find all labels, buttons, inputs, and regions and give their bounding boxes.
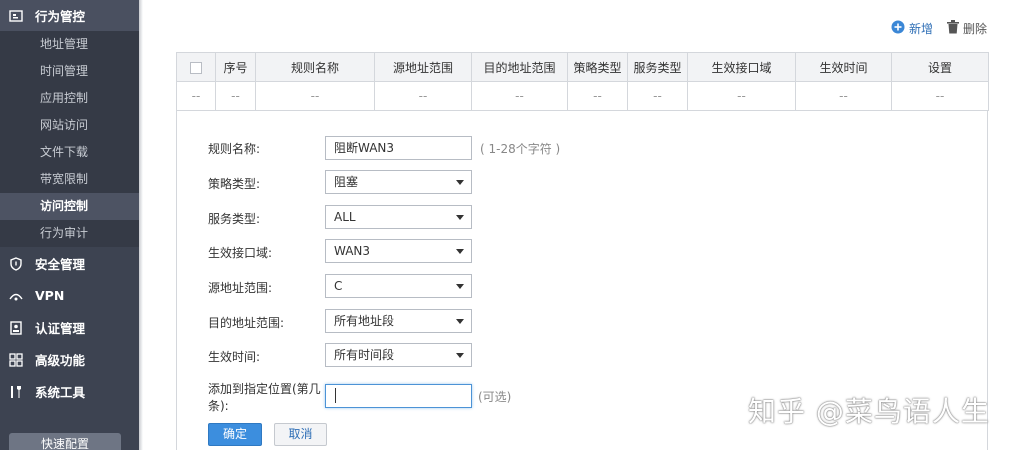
col-header-effective-time: 生效时间 (795, 52, 892, 82)
plus-circle-icon (891, 20, 905, 37)
dropdown-arrow-icon (456, 284, 464, 289)
position-hint: (可选) (478, 390, 512, 404)
trash-icon (946, 20, 959, 37)
watermark: 知乎 @菜鸟语人生 (748, 395, 990, 428)
col-header-service-type: 服务类型 (627, 52, 688, 82)
interface-label: 生效接口域: (208, 246, 273, 260)
shield-icon (9, 256, 23, 271)
sidebar-item-access-control[interactable]: 访问控制 (0, 193, 139, 220)
table-cell: -- (471, 81, 568, 111)
sidebar: 行为管控 地址管理 时间管理 应用控制 网站访问 文件下载 带宽限制 访问控制 … (0, 0, 139, 450)
col-header-src-range: 源地址范围 (374, 52, 472, 82)
auth-icon (9, 320, 23, 335)
behavior-control-icon (9, 9, 23, 23)
rules-table: 序号 规则名称 源地址范围 目的地址范围 策略类型 服务类型 生效接口域 生效时… (176, 52, 989, 111)
add-button[interactable]: 新增 (891, 20, 933, 37)
sidebar-item-file-download[interactable]: 文件下载 (0, 139, 139, 166)
grid-icon (9, 352, 23, 367)
rule-name-input[interactable]: 阻断WAN3 (325, 136, 472, 160)
table-cell: -- (255, 81, 375, 111)
table-cell: -- (891, 81, 989, 111)
select-all-checkbox[interactable] (190, 61, 202, 74)
sidebar-item-bandwidth[interactable]: 带宽限制 (0, 166, 139, 193)
sidebar-section-system-tools[interactable]: 系统工具 (0, 376, 139, 407)
col-header-interface: 生效接口域 (687, 52, 796, 82)
effective-time-label: 生效时间: (208, 350, 261, 364)
src-range-label: 源地址范围: (208, 281, 273, 295)
table-toolbar: 新增 删除 (891, 20, 987, 37)
col-header-dst-range: 目的地址范围 (471, 52, 568, 82)
sidebar-section-behavior-control[interactable]: 行为管控 (0, 0, 139, 31)
cancel-button[interactable]: 取消 (274, 423, 327, 446)
sidebar-section-auth[interactable]: 认证管理 (0, 312, 139, 343)
position-label: 添加到指定位置(第几 (208, 382, 321, 396)
position-input[interactable] (325, 384, 472, 408)
effective-time-select[interactable]: 所有时间段 (325, 343, 472, 367)
sidebar-item-address[interactable]: 地址管理 (0, 31, 139, 58)
tools-icon (9, 385, 23, 399)
table-cell: -- (687, 81, 796, 111)
confirm-button[interactable]: 确定 (208, 423, 262, 446)
table-cell: -- (176, 81, 216, 111)
text-cursor (335, 388, 336, 403)
table-cell: -- (374, 81, 472, 111)
dropdown-arrow-icon (456, 215, 464, 220)
vpn-icon (9, 289, 23, 303)
dropdown-arrow-icon (456, 353, 464, 358)
dropdown-arrow-icon (456, 319, 464, 324)
col-header-settings: 设置 (891, 52, 989, 82)
sidebar-item-time[interactable]: 时间管理 (0, 58, 139, 85)
table-cell: -- (567, 81, 628, 111)
col-header-index: 序号 (215, 52, 256, 82)
quick-config-button[interactable]: 快速配置 (9, 433, 121, 450)
delete-button[interactable]: 删除 (946, 20, 987, 37)
sidebar-divider (139, 0, 143, 450)
sidebar-section-vpn[interactable]: VPN (0, 280, 139, 311)
sidebar-item-app-control[interactable]: 应用控制 (0, 85, 139, 112)
policy-type-select[interactable]: 阻塞 (325, 170, 472, 194)
interface-select[interactable]: WAN3 (325, 239, 472, 263)
rule-name-label: 规则名称: (208, 142, 261, 156)
sidebar-item-website[interactable]: 网站访问 (0, 112, 139, 139)
dropdown-arrow-icon (456, 249, 464, 254)
dst-range-select[interactable]: 所有地址段 (325, 309, 472, 333)
col-header-rule-name: 规则名称 (255, 52, 375, 82)
dropdown-arrow-icon (456, 180, 464, 185)
rule-name-hint: ( 1-28个字符 ) (480, 142, 561, 156)
position-label-cont: 条): (208, 399, 229, 413)
service-type-select[interactable]: ALL (325, 205, 472, 229)
service-type-label: 服务类型: (208, 212, 261, 226)
policy-type-label: 策略类型: (208, 177, 261, 191)
sidebar-section-advanced[interactable]: 高级功能 (0, 344, 139, 375)
table-row: -- -- -- -- -- -- -- -- -- -- (176, 81, 989, 111)
table-cell: -- (795, 81, 892, 111)
table-cell: -- (215, 81, 256, 111)
sidebar-section-security[interactable]: 安全管理 (0, 248, 139, 279)
table-header-row: 序号 规则名称 源地址范围 目的地址范围 策略类型 服务类型 生效接口域 生效时… (176, 52, 989, 82)
col-header-policy-type: 策略类型 (567, 52, 628, 82)
sidebar-item-audit[interactable]: 行为审计 (0, 220, 139, 247)
select-all-cell[interactable] (176, 52, 216, 82)
src-range-select[interactable]: C (325, 274, 472, 298)
dst-range-label: 目的地址范围: (208, 316, 285, 330)
table-cell: -- (627, 81, 688, 111)
